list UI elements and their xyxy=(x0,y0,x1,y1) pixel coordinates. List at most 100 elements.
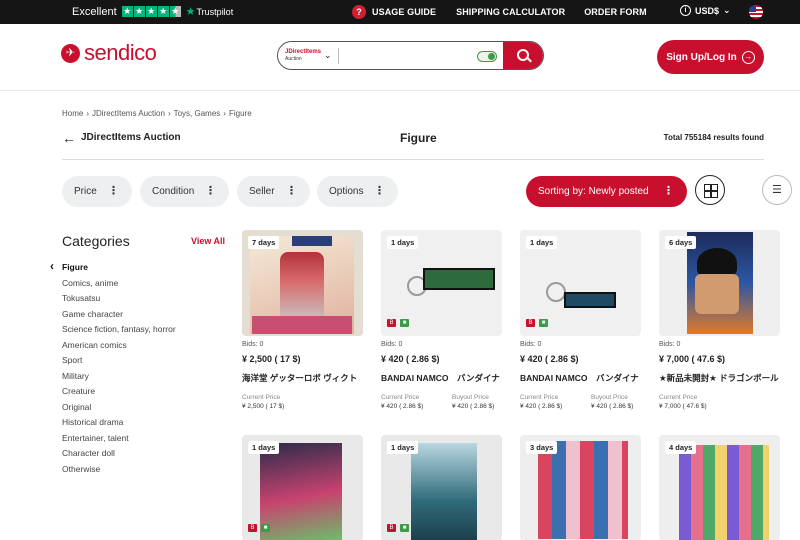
product-name[interactable]: ★新品未開封★ ドラゴンボール xyxy=(659,372,799,384)
search-toggle[interactable] xyxy=(477,51,497,62)
nav-shipping-calculator[interactable]: SHIPPING CALCULATOR xyxy=(456,7,565,17)
category-item[interactable]: American comics xyxy=(62,340,176,356)
auction-name[interactable]: JDirectItems Auction xyxy=(81,132,181,143)
view-all-link[interactable]: View All xyxy=(191,236,225,246)
product-image[interactable]: 6 days xyxy=(659,230,780,336)
search-input[interactable] xyxy=(344,47,474,65)
category-item[interactable]: Character doll xyxy=(62,448,176,464)
product-card[interactable]: 3 days xyxy=(520,435,641,540)
category-item-figure[interactable]: Figure xyxy=(62,262,176,278)
star-icon: ★ xyxy=(133,6,145,17)
shipping-badge-icon: ■ xyxy=(261,524,270,532)
product-badges: B ■ xyxy=(248,524,270,532)
product-card[interactable]: 1 days B ■ Bids: 0 ¥ 420 ( 2.86 $) BANDAI… xyxy=(520,230,641,420)
category-item[interactable]: Science fiction, fantasy, horror xyxy=(62,324,176,340)
product-image[interactable]: 3 days xyxy=(520,435,641,540)
breadcrumb-home[interactable]: Home xyxy=(62,109,83,118)
search-source-selector[interactable]: JDirectItems Auction xyxy=(285,49,321,63)
chevron-down-icon[interactable]: ⌄ xyxy=(324,50,332,61)
filter-seller[interactable]: Seller ⋮ xyxy=(237,176,310,207)
product-card[interactable]: 7 days Bids: 0 ¥ 2,500 ( 17 $) 海洋堂 ゲッターロ… xyxy=(242,230,363,420)
grid-view-icon[interactable] xyxy=(695,175,725,205)
category-item[interactable]: Game character xyxy=(62,309,176,325)
category-item[interactable]: Original xyxy=(62,402,176,418)
buyout-price-value: ¥ 420 ( 2.86 $) xyxy=(591,403,634,410)
back-arrow-icon[interactable]: ← xyxy=(62,130,76,146)
days-left-badge: 4 days xyxy=(665,441,697,454)
breadcrumb-figure[interactable]: Figure xyxy=(229,109,252,118)
product-name[interactable]: BANDAI NAMCO バンダイナ xyxy=(520,372,660,384)
nav-usage-guide[interactable]: USAGE GUIDE xyxy=(372,7,436,17)
kebab-icon: ⋮ xyxy=(205,185,216,197)
product-card[interactable]: 6 days Bids: 0 ¥ 7,000 ( 47.6 $) ★新品未開封★… xyxy=(659,230,780,420)
product-name[interactable]: BANDAI NAMCO バンダイナ xyxy=(381,372,521,384)
star-icon: ★ xyxy=(121,6,133,17)
list-view-icon[interactable] xyxy=(762,175,792,205)
product-image[interactable]: 1 days B ■ xyxy=(381,230,502,336)
category-item[interactable]: Military xyxy=(62,371,176,387)
buyout-badge-icon: B xyxy=(387,319,396,327)
bird-logo-icon: ✈ xyxy=(61,43,80,63)
trustpilot-stars: ★ ★ ★ ★ ★ xyxy=(121,6,181,17)
sort-button[interactable]: Sorting by: Newly posted ⋮ xyxy=(526,176,687,207)
star-half-icon: ★ xyxy=(169,6,181,17)
kebab-icon: ⋮ xyxy=(663,185,674,197)
top-bar: Excellent ★ ★ ★ ★ ★ ★ Trustpilot ? USAGE … xyxy=(0,0,800,24)
product-badges: B ■ xyxy=(387,524,409,532)
star-icon: ★ xyxy=(157,6,169,17)
category-item[interactable]: Tokusatsu xyxy=(62,293,176,309)
trustpilot-brand: Trustpilot xyxy=(196,6,234,17)
site-header: ✈ sendico JDirectItems Auction ⌄ Sign Up… xyxy=(0,24,800,91)
category-item[interactable]: Comics, anime xyxy=(62,278,176,294)
current-price-label: Current Price xyxy=(520,394,559,401)
product-image[interactable]: 1 days B ■ xyxy=(381,435,502,540)
product-image[interactable]: 1 days B ■ xyxy=(242,435,363,540)
product-card[interactable]: 4 days xyxy=(659,435,780,540)
product-image[interactable]: 4 days xyxy=(659,435,780,540)
bids-count: Bids: 0 xyxy=(242,341,264,348)
filter-options[interactable]: Options ⋮ xyxy=(317,176,398,207)
product-name[interactable]: 海洋堂 ゲッターロボ ヴィクト xyxy=(242,372,382,384)
sendico-logo[interactable]: ✈ sendico xyxy=(61,40,157,66)
search-button[interactable] xyxy=(503,42,543,69)
breadcrumb-toys-games[interactable]: Toys, Games xyxy=(174,109,221,118)
category-item[interactable]: Otherwise xyxy=(62,464,176,480)
bids-count: Bids: 0 xyxy=(381,341,403,348)
trustpilot-rating[interactable]: Excellent ★ ★ ★ ★ ★ ★ Trustpilot xyxy=(72,5,234,19)
current-price: Current Price ¥ 2,500 ( 17 $) xyxy=(242,393,284,411)
breadcrumb-auction[interactable]: JDirectItems Auction xyxy=(92,109,165,118)
signup-login-button[interactable]: Sign Up/Log In → xyxy=(657,40,764,74)
filter-condition[interactable]: Condition ⋮ xyxy=(140,176,229,207)
product-badges: B ■ xyxy=(526,319,548,327)
currency-selector[interactable]: i USD$ ⌄ xyxy=(680,5,731,16)
category-item[interactable]: Historical drama xyxy=(62,417,176,433)
sort-label: Sorting by: Newly posted xyxy=(538,186,649,197)
product-price: ¥ 2,500 ( 17 $) xyxy=(242,354,301,364)
product-card[interactable]: 1 days B ■ xyxy=(242,435,363,540)
current-price-label: Current Price xyxy=(381,394,420,401)
buyout-badge-icon: B xyxy=(526,319,535,327)
product-price: ¥ 7,000 ( 47.6 $) xyxy=(659,354,726,364)
product-card[interactable]: 1 days B ■ xyxy=(381,435,502,540)
trustpilot-logo: ★ Trustpilot xyxy=(186,5,234,18)
product-image[interactable]: 1 days B ■ xyxy=(520,230,641,336)
category-item[interactable]: Creature xyxy=(62,386,176,402)
days-left-badge: 1 days xyxy=(248,441,280,454)
category-item[interactable]: Entertainer, talent xyxy=(62,433,176,449)
filter-price[interactable]: Price ⋮ xyxy=(62,176,132,207)
product-badges: B ■ xyxy=(387,319,409,327)
us-flag-icon[interactable] xyxy=(749,5,763,19)
breadcrumb-separator: › xyxy=(223,109,226,118)
current-price: Current Price ¥ 420 ( 2.86 $) xyxy=(381,393,423,411)
shipping-badge-icon: ■ xyxy=(400,524,409,532)
current-price: Current Price ¥ 7,000 ( 47.6 $) xyxy=(659,393,707,411)
product-image[interactable]: 7 days xyxy=(242,230,363,336)
bids-count: Bids: 0 xyxy=(659,341,681,348)
nav-order-form[interactable]: ORDER FORM xyxy=(584,7,647,17)
bids-count: Bids: 0 xyxy=(520,341,542,348)
category-item[interactable]: Sport xyxy=(62,355,176,371)
buyout-price: Buyout Price ¥ 420 ( 2.86 $) xyxy=(591,393,633,411)
days-left-badge: 6 days xyxy=(665,236,697,249)
product-card[interactable]: 1 days B ■ Bids: 0 ¥ 420 ( 2.86 $) BANDAI… xyxy=(381,230,502,420)
breadcrumb: Home › JDirectItems Auction › Toys, Game… xyxy=(62,109,252,118)
